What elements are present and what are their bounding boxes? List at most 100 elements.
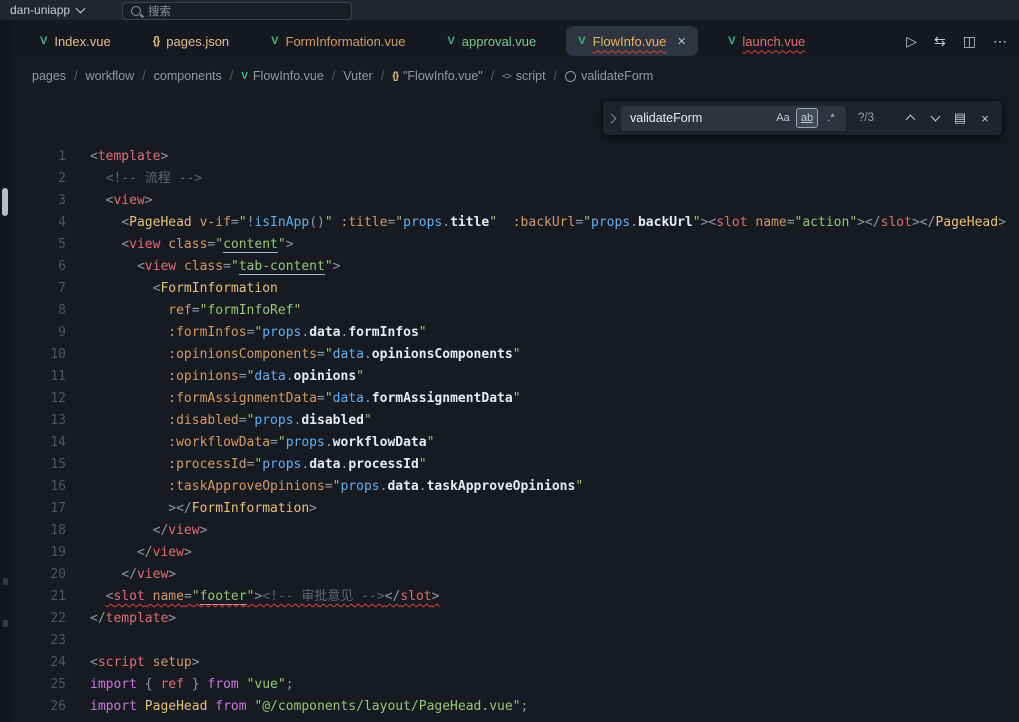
sidebar-scrollbar-thumb[interactable] bbox=[2, 188, 8, 216]
code-line: 16 :taskApproveOpinions="props.data.task… bbox=[0, 476, 1019, 498]
next-match-button[interactable] bbox=[924, 107, 946, 129]
titlebar: dan-uniapp 搜索 bbox=[0, 0, 1019, 20]
tab-label: FormInformation.vue bbox=[286, 34, 406, 49]
tab-label: FlowInfo.vue bbox=[593, 34, 667, 49]
sidebar-mark bbox=[3, 578, 8, 585]
code-text: ></FormInformation> bbox=[90, 498, 317, 520]
code-line: 15 :processId="props.data.processId" bbox=[0, 454, 1019, 476]
code-line: 12 :formAssignmentData="data.formAssignm… bbox=[0, 388, 1019, 410]
breadcrumb-item[interactable]: workflow bbox=[86, 69, 135, 83]
run-button[interactable]: ▷ bbox=[906, 34, 917, 48]
editor-actions: ▷ ⇆ ◫ ⋯ bbox=[906, 34, 1007, 48]
previous-match-button[interactable] bbox=[899, 107, 921, 129]
code-line: 19 </view> bbox=[0, 542, 1019, 564]
code-line: 18 </view> bbox=[0, 520, 1019, 542]
code-text: ref="formInfoRef" bbox=[90, 300, 301, 322]
breadcrumb-separator: / bbox=[381, 69, 384, 83]
code-text: <view> bbox=[90, 190, 153, 212]
code-text: <template> bbox=[90, 146, 168, 168]
breadcrumb-separator: / bbox=[491, 69, 494, 83]
code-text: :opinions="data.opinions" bbox=[90, 366, 364, 388]
tab-label: launch.vue bbox=[742, 34, 805, 49]
breadcrumb-item[interactable]: Vuter bbox=[343, 69, 372, 83]
breadcrumb-item[interactable]: {} "FlowInfo.vue" bbox=[392, 69, 483, 83]
code-line: 9 :formInfos="props.data.formInfos" bbox=[0, 322, 1019, 344]
match-case-button[interactable]: Aa bbox=[772, 108, 794, 128]
code-line: 11 :opinions="data.opinions" bbox=[0, 366, 1019, 388]
breadcrumb-item[interactable]: pages bbox=[32, 69, 66, 83]
code-line: 25import { ref } from "vue"; bbox=[0, 674, 1019, 696]
code-text: <view class="tab-content"> bbox=[90, 256, 340, 278]
code-line: 20 </view> bbox=[0, 564, 1019, 586]
code-text: </view> bbox=[90, 542, 192, 564]
code-line: 21 <slot name="footer"><!-- 审批意见 --></sl… bbox=[0, 586, 1019, 608]
tab-list: VIndex.vue {} pages.json V FormInformation.v… bbox=[0, 26, 906, 56]
braces-icon: {} bbox=[392, 71, 398, 82]
regex-button[interactable]: .* bbox=[820, 108, 842, 128]
tab-FormInformation.vue[interactable]: V FormInformation.vue bbox=[259, 26, 417, 56]
global-search-input[interactable]: 搜索 bbox=[122, 2, 352, 20]
tab-FlowInfo.vue[interactable]: VFlowInfo.vue× bbox=[566, 26, 698, 56]
find-input[interactable]: validateForm Aa ab .* bbox=[621, 106, 846, 131]
toggle-replace-button[interactable] bbox=[603, 101, 620, 135]
code-text: </view> bbox=[90, 564, 176, 586]
breadcrumb: pages / workflow / components / VFlowInfo.vue /… bbox=[0, 62, 1019, 90]
app-menu[interactable]: dan-uniapp bbox=[10, 3, 84, 17]
breadcrumb-label: Vuter bbox=[343, 69, 372, 83]
code-text: import { ref } from "vue"; bbox=[90, 674, 294, 696]
code-line: 5 <view class="content"> bbox=[0, 234, 1019, 256]
chevron-up-icon bbox=[905, 115, 915, 125]
search-icon bbox=[131, 6, 141, 16]
code-line: 3 <view> bbox=[0, 190, 1019, 212]
code-line: 24<script setup> bbox=[0, 652, 1019, 674]
search-placeholder: 搜索 bbox=[148, 3, 171, 19]
breadcrumb-separator: / bbox=[332, 69, 335, 83]
tab-approval.vue[interactable]: Vapproval.vue bbox=[435, 26, 548, 56]
breadcrumb-separator: / bbox=[142, 69, 145, 83]
tab-label: pages.json bbox=[166, 34, 229, 49]
breadcrumb-label: script bbox=[516, 69, 546, 83]
tab-pages.json[interactable]: {} pages.json bbox=[141, 26, 241, 56]
code-text: :formAssignmentData="data.formAssignment… bbox=[90, 388, 521, 410]
breadcrumb-separator: / bbox=[554, 69, 557, 83]
find-widget: validateForm Aa ab .* ?/3 ▤ × bbox=[602, 100, 1003, 136]
tab-Index.vue[interactable]: VIndex.vue bbox=[28, 26, 123, 56]
json-file-icon: {} bbox=[153, 35, 160, 47]
open-changes-button[interactable]: ⇆ bbox=[934, 34, 946, 48]
code-text: <PageHead v-if="!isInApp()" :title="prop… bbox=[90, 212, 1006, 234]
code-line: 14 :workflowData="props.workflowData" bbox=[0, 432, 1019, 454]
breadcrumb-item[interactable]: <>script bbox=[502, 69, 545, 83]
app-title: dan-uniapp bbox=[10, 3, 70, 17]
code-line: 8 ref="formInfoRef" bbox=[0, 300, 1019, 322]
breadcrumb-item[interactable]: validateForm bbox=[565, 69, 653, 83]
tab-launch.vue[interactable]: Vlaunch.vue bbox=[716, 26, 817, 56]
more-actions-button[interactable]: ⋯ bbox=[993, 34, 1007, 48]
tab-label: approval.vue bbox=[462, 34, 536, 49]
code-area[interactable]: 1<template>2 <!-- 流程 -->3 <view>4 <PageH… bbox=[0, 146, 1019, 718]
breadcrumb-item[interactable]: VFlowInfo.vue bbox=[241, 69, 324, 83]
close-icon[interactable]: × bbox=[677, 34, 686, 49]
editor-pane[interactable]: 1<template>2 <!-- 流程 -->3 <view>4 <PageH… bbox=[0, 90, 1019, 722]
code-text: :taskApproveOpinions="props.data.taskApp… bbox=[90, 476, 583, 498]
code-text: <view class="content"> bbox=[90, 234, 294, 256]
vscode-window: dan-uniapp 搜索 VIndex.vue {} pages.json V For… bbox=[0, 0, 1019, 722]
code-line: 2 <!-- 流程 --> bbox=[0, 168, 1019, 190]
code-line: 4 <PageHead v-if="!isInApp()" :title="pr… bbox=[0, 212, 1019, 234]
breadcrumb-label: pages bbox=[32, 69, 66, 83]
breadcrumb-label: "FlowInfo.vue" bbox=[403, 69, 483, 83]
split-editor-button[interactable]: ◫ bbox=[963, 34, 976, 48]
vue-icon: V bbox=[241, 71, 248, 82]
vue-file-icon: V bbox=[447, 35, 454, 47]
vue-file-icon: V bbox=[271, 35, 278, 47]
find-in-selection-button[interactable]: ▤ bbox=[949, 107, 971, 129]
code-text: <slot name="footer"><!-- 审批意见 --></slot> bbox=[90, 586, 439, 608]
close-find-button[interactable]: × bbox=[974, 107, 996, 129]
breadcrumb-item[interactable]: components bbox=[154, 69, 222, 83]
code-text: import PageHead from "@/components/layou… bbox=[90, 696, 528, 718]
vue-file-icon: V bbox=[728, 35, 735, 47]
find-query-text[interactable]: validateForm bbox=[630, 111, 770, 125]
code-text: :opinionsComponents="data.opinionsCompon… bbox=[90, 344, 521, 366]
code-line: 17 ></FormInformation> bbox=[0, 498, 1019, 520]
whole-word-button[interactable]: ab bbox=[796, 108, 818, 128]
breadcrumb-label: components bbox=[154, 69, 222, 83]
